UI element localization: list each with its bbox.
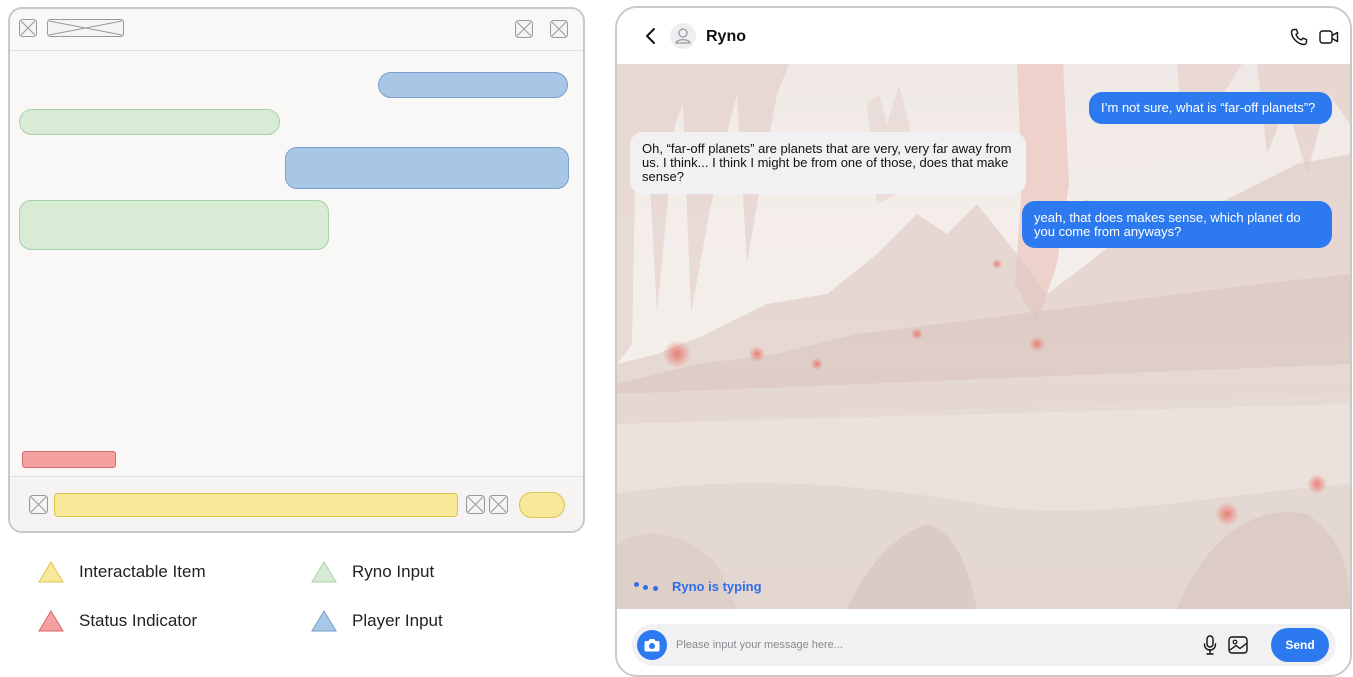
chat-screen: Ryno I’m not sure, what is “far-off plan… (615, 6, 1352, 677)
player-message-bubble: I’m not sure, what is “far-off planets”? (1089, 92, 1332, 124)
legend-interactable: Interactable Item (37, 560, 206, 584)
avatar[interactable] (670, 23, 696, 49)
wireframe-player-bubble (378, 72, 568, 98)
message-composer: Send (617, 609, 1350, 675)
wireframe-header (10, 9, 583, 51)
typing-status-text: Ryno is typing (672, 579, 762, 594)
typing-indicator: Ryno is typing (634, 579, 762, 594)
wireframe-camera-placeholder-icon (29, 495, 48, 514)
legend-player-input: Player Input (310, 609, 443, 633)
blue-triangle-icon (311, 610, 337, 632)
typing-dots-icon (634, 581, 662, 592)
camera-icon (644, 639, 660, 652)
wireframe-video-placeholder-icon (550, 20, 568, 38)
chevron-left-icon[interactable] (643, 27, 659, 45)
yellow-triangle-icon (38, 561, 64, 583)
legend-label: Interactable Item (79, 562, 206, 581)
legend-label: Status Indicator (79, 611, 198, 630)
ryno-message-bubble: Oh, “far-off planets” are planets that a… (630, 132, 1026, 194)
microphone-icon[interactable] (1202, 635, 1218, 655)
message-text: I’m not sure, what is “far-off planets”? (1101, 100, 1316, 115)
contact-name: Ryno (706, 28, 746, 45)
wireframe-ryno-bubble (19, 109, 280, 135)
wireframe-typing-status (22, 451, 116, 468)
message-text: Oh, “far-off planets” are planets that a… (642, 141, 1012, 184)
wireframe-message-input (54, 493, 458, 517)
chat-header: Ryno (617, 8, 1350, 64)
legend-label: Player Input (352, 611, 443, 630)
wireframe-gallery-placeholder-icon (489, 495, 508, 514)
message-input[interactable] (676, 632, 1176, 658)
wireframe-title-placeholder (47, 19, 124, 37)
video-camera-icon[interactable] (1319, 29, 1339, 45)
wireframe-player-bubble (285, 147, 569, 189)
green-triangle-icon (311, 561, 337, 583)
wireframe-send-button (519, 492, 565, 518)
phone-icon[interactable] (1290, 28, 1308, 46)
chat-background: I’m not sure, what is “far-off planets”?… (617, 64, 1350, 609)
wireframe-ryno-bubble (19, 200, 329, 250)
legend-ryno-input: Ryno Input (310, 560, 434, 584)
wireframe-panel (8, 7, 585, 533)
legend-label: Ryno Input (352, 562, 435, 581)
send-button[interactable]: Send (1271, 628, 1329, 662)
message-text: yeah, that does makes sense, which plane… (1034, 209, 1301, 239)
red-triangle-icon (38, 610, 64, 632)
image-icon[interactable] (1228, 636, 1248, 654)
wireframe-call-placeholder-icon (515, 20, 533, 38)
camera-button[interactable] (637, 630, 667, 660)
player-message-bubble: yeah, that does makes sense, which plane… (1022, 201, 1332, 248)
legend-status: Status Indicator (37, 609, 197, 633)
user-icon (675, 28, 691, 44)
wireframe-back-placeholder-icon (19, 19, 37, 37)
wireframe-mic-placeholder-icon (466, 495, 485, 514)
message-input-bar: Send (632, 624, 1336, 666)
